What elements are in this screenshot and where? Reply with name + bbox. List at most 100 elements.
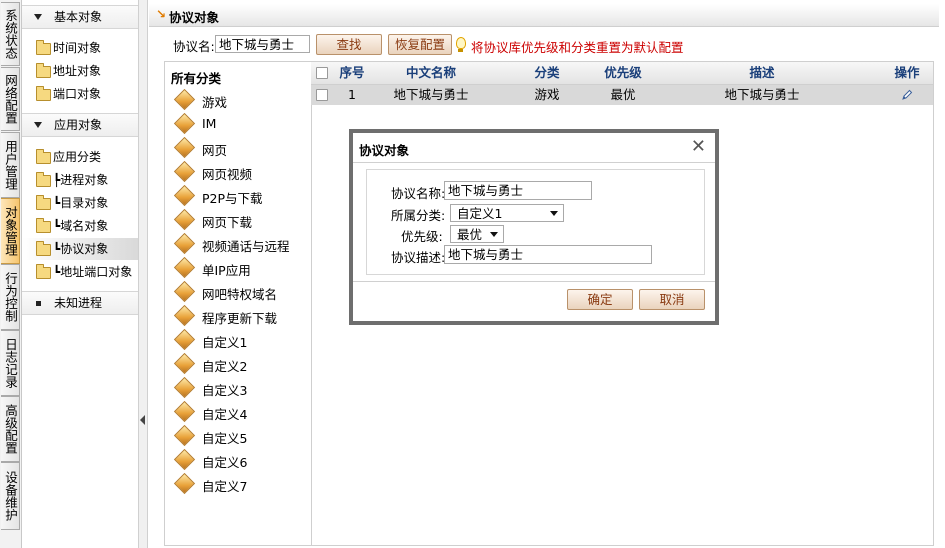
table-cell-description: 地下城与勇士: [643, 85, 882, 105]
table-cell-action: [881, 85, 933, 105]
table-row-checkbox-cell[interactable]: [311, 85, 334, 105]
tab-device-maintenance[interactable]: 设备维护: [1, 462, 20, 530]
category-item[interactable]: 单IP应用: [173, 256, 309, 280]
tree-item-unknown-process[interactable]: 未知进程: [22, 291, 138, 315]
category-gem-icon: [173, 400, 196, 423]
expand-down-icon: [34, 122, 42, 128]
ok-button[interactable]: 确定: [567, 289, 633, 310]
category-label: 所属分类:: [391, 208, 446, 223]
priority-label: 优先级:: [401, 229, 443, 244]
tab-behavior-control[interactable]: 行为控制: [1, 264, 20, 330]
panel-splitter[interactable]: [138, 0, 148, 548]
tree-item-address-port[interactable]: ┗地址端口对象: [22, 261, 138, 283]
tree-group-app[interactable]: 应用对象: [22, 113, 138, 137]
name-label: 协议名称:: [391, 186, 446, 201]
folder-icon: [36, 149, 51, 164]
collapse-left-icon[interactable]: [140, 415, 145, 425]
tree-item-directory[interactable]: ┗目录对象: [22, 192, 138, 214]
column-header-priority[interactable]: 优先级: [603, 62, 643, 85]
category-item[interactable]: IM: [173, 112, 309, 136]
tab-user-management[interactable]: 用户管理: [1, 132, 20, 198]
tree-item-process[interactable]: ┡进程对象: [22, 169, 138, 191]
category-gem-icon: [173, 160, 196, 183]
bullet-icon: [36, 301, 41, 306]
category-item[interactable]: 视频通话与远程: [173, 232, 309, 256]
table-cell-category: 游戏: [491, 85, 604, 105]
restore-config-button[interactable]: 恢复配置: [388, 34, 452, 55]
search-input[interactable]: 地下城与勇士: [215, 35, 310, 53]
folder-icon: [36, 86, 51, 101]
search-toolbar: 协议名: 地下城与勇士 查找 恢复配置 将协议库优先级和分类重置为默认配置: [149, 30, 939, 58]
category-item[interactable]: 自定义6: [173, 448, 309, 472]
category-item[interactable]: 自定义5: [173, 424, 309, 448]
column-header-category[interactable]: 分类: [491, 62, 603, 85]
category-item[interactable]: 自定义3: [173, 376, 309, 400]
category-gem-icon: [173, 88, 196, 111]
table-cell-priority: 最优: [603, 85, 644, 105]
category-gem-icon: [173, 352, 196, 375]
category-item[interactable]: 自定义7: [173, 472, 309, 496]
category-item[interactable]: 自定义1: [173, 328, 309, 352]
chevron-down-icon: [490, 232, 498, 237]
tree-item-app-category[interactable]: 应用分类: [22, 146, 138, 168]
folder-icon: [36, 264, 51, 279]
category-gem-icon: [173, 136, 196, 159]
category-item[interactable]: P2P与下载: [173, 184, 309, 208]
category-header: 所有分类: [171, 71, 222, 86]
category-item[interactable]: 程序更新下载: [173, 304, 309, 328]
tab-log-record[interactable]: 日志记录: [1, 330, 20, 396]
folder-icon: [36, 241, 51, 256]
expand-down-icon: [34, 14, 42, 20]
tab-advanced-config[interactable]: 高级配置: [1, 396, 20, 462]
tree-item-domain[interactable]: ┗域名对象: [22, 215, 138, 237]
tab-network-config[interactable]: 网络配置: [1, 67, 20, 131]
category-gem-icon: [173, 208, 196, 231]
tree-item-port[interactable]: 端口对象: [22, 83, 138, 105]
header-select-all[interactable]: [311, 62, 333, 85]
category-item[interactable]: 网页下载: [173, 208, 309, 232]
category-gem-icon: [173, 280, 196, 303]
find-button[interactable]: 查找: [316, 34, 382, 55]
category-gem-icon: [173, 376, 196, 399]
restore-hint-text: 将协议库优先级和分类重置为默认配置: [471, 40, 684, 55]
category-panel: 所有分类 游戏 IM 网页 网页视频 P2P与下载 网页下载 视频通话与远程 单…: [164, 61, 312, 546]
column-header-name[interactable]: 中文名称: [371, 62, 491, 85]
row-checkbox[interactable]: [316, 89, 328, 101]
protocol-description-input[interactable]: 地下城与勇士: [444, 245, 652, 264]
category-gem-icon: [173, 232, 196, 255]
tree-item-address[interactable]: 地址对象: [22, 60, 138, 82]
close-icon[interactable]: ✕: [691, 136, 706, 157]
tree-group-basic[interactable]: 基本对象: [22, 5, 138, 29]
category-item[interactable]: 自定义2: [173, 352, 309, 376]
category-item[interactable]: 网吧特权域名: [173, 280, 309, 304]
category-item[interactable]: 网页: [173, 136, 309, 160]
folder-icon: [36, 40, 51, 55]
page-title: 协议对象: [169, 10, 220, 25]
tab-system-status[interactable]: 系统状态: [1, 2, 20, 66]
tree-item-protocol[interactable]: ┗协议对象: [22, 238, 138, 260]
category-select[interactable]: 自定义1: [450, 204, 564, 222]
folder-icon: [36, 172, 51, 187]
dialog-divider: [353, 162, 715, 163]
panel-titlebar: ↘ 协议对象: [149, 4, 939, 27]
protocol-edit-dialog: 协议对象 ✕ 协议名称: 地下城与勇士 所属分类: 自定义1 优先级: 最优 协…: [349, 129, 719, 325]
column-header-index[interactable]: 序号: [333, 62, 371, 85]
protocol-name-input[interactable]: 地下城与勇士: [444, 181, 592, 200]
lightbulb-icon: [456, 37, 466, 52]
tree-item-time[interactable]: 时间对象: [22, 37, 138, 59]
edit-pencil-icon[interactable]: [901, 89, 913, 101]
category-item[interactable]: 游戏: [173, 88, 309, 112]
table-cell-name: 地下城与勇士: [371, 85, 492, 105]
priority-select[interactable]: 最优: [450, 225, 504, 243]
folder-icon: [36, 195, 51, 210]
column-header-description[interactable]: 描述: [643, 62, 881, 85]
category-item[interactable]: 网页视频: [173, 160, 309, 184]
select-all-checkbox[interactable]: [316, 67, 328, 79]
corner-arrow-icon: ↘: [156, 7, 167, 21]
cancel-button[interactable]: 取消: [639, 289, 705, 310]
search-label: 协议名:: [173, 39, 215, 54]
tab-object-management[interactable]: 对象管理: [1, 198, 20, 264]
category-gem-icon: [173, 328, 196, 351]
category-item[interactable]: 自定义4: [173, 400, 309, 424]
category-gem-icon: [173, 472, 196, 495]
